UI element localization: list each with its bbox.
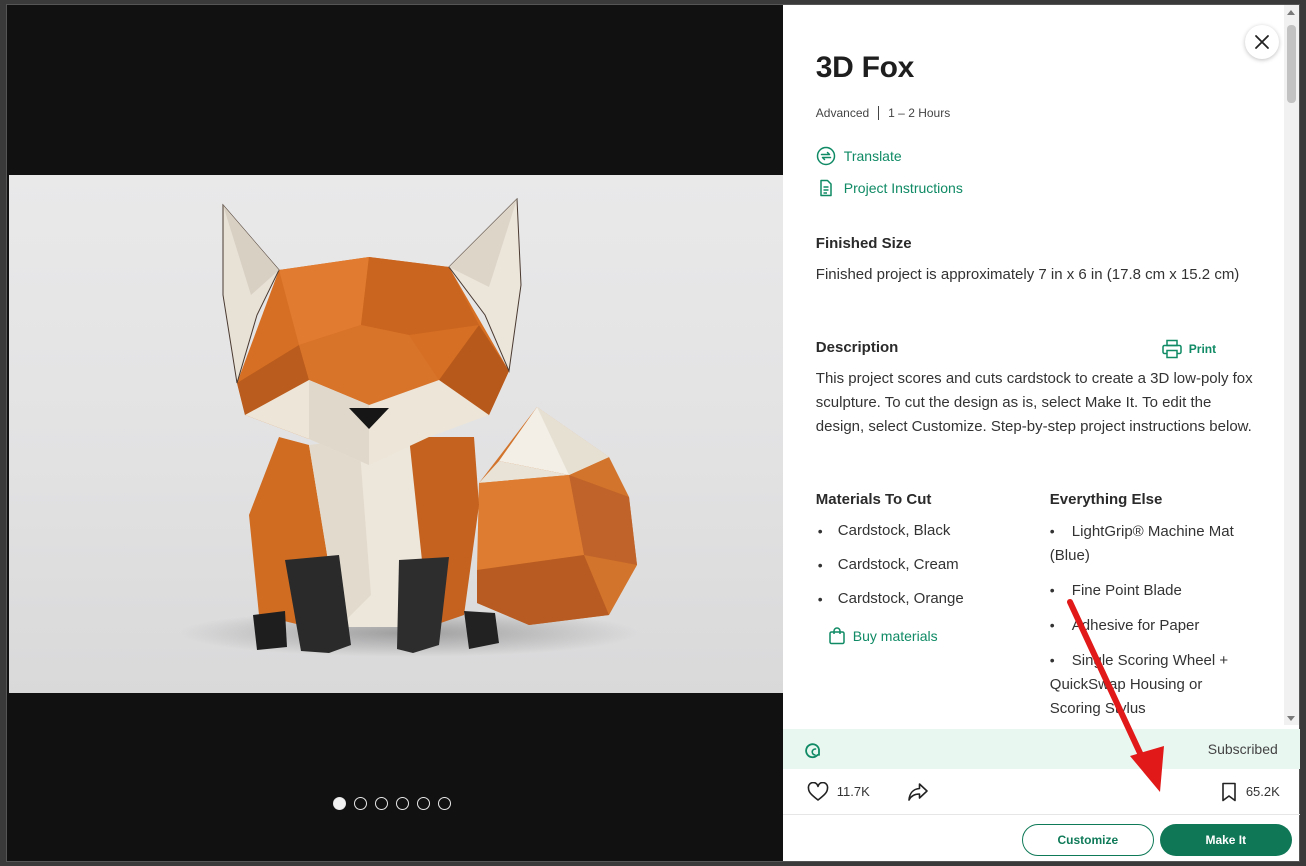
- project-instructions-link[interactable]: Project Instructions: [816, 178, 963, 198]
- share-button[interactable]: [906, 781, 930, 803]
- translate-label: Translate: [843, 148, 902, 164]
- finished-size-heading: Finished Size: [815, 235, 912, 252]
- gallery-pagination: [333, 797, 451, 810]
- scrollbar-thumb[interactable]: [1287, 25, 1296, 103]
- cricut-access-icon: [805, 743, 820, 759]
- project-instructions-label: Project Instructions: [843, 180, 963, 196]
- project-title: 3D Fox: [815, 51, 915, 84]
- app-frame: 3D Fox Advanced 1 – 2 Hours Translate Pr…: [0, 0, 1306, 866]
- everything-else-heading: Everything Else: [1049, 491, 1163, 508]
- gallery-dot-5[interactable]: [417, 797, 430, 810]
- list-item: • Fine Point Blade: [1049, 582, 1182, 599]
- make-it-button[interactable]: Make It: [1159, 824, 1292, 856]
- buy-materials-label: Buy materials: [852, 628, 938, 644]
- heart-icon: [807, 781, 829, 801]
- scroll-down-arrow-icon[interactable]: [1287, 716, 1295, 721]
- save-button[interactable]: 65.2K: [1220, 782, 1280, 802]
- print-button[interactable]: Print: [1161, 339, 1216, 359]
- document-icon: [820, 179, 832, 197]
- share-arrow-icon: [908, 782, 928, 801]
- gallery-dot-3[interactable]: [375, 797, 388, 810]
- gallery-dot-1[interactable]: [333, 797, 346, 810]
- image-viewer: [7, 5, 784, 861]
- list-item: Cardstock, Orange: [816, 587, 964, 611]
- close-icon: [1255, 35, 1269, 49]
- project-meta: Advanced 1 – 2 Hours: [816, 106, 950, 120]
- details-scrollbar[interactable]: [1284, 5, 1299, 725]
- project-photo: [9, 175, 784, 693]
- subscription-status: Subscribed: [1207, 741, 1278, 757]
- difficulty-level: Advanced: [815, 106, 870, 120]
- materials-to-cut-list: Cardstock, Black Cardstock, Cream Cardst…: [816, 519, 964, 621]
- customize-button[interactable]: Customize: [1021, 824, 1154, 856]
- gallery-dot-4[interactable]: [396, 797, 409, 810]
- close-button[interactable]: [1245, 25, 1279, 59]
- list-item: Cardstock, Cream: [816, 553, 964, 577]
- printer-icon: [1162, 339, 1182, 359]
- like-count: 11.7K: [836, 784, 870, 799]
- save-count: 65.2K: [1245, 784, 1280, 799]
- translate-icon: [816, 146, 836, 166]
- list-item: Cardstock, Black: [816, 519, 964, 543]
- description-text: This project scores and cuts cardstock t…: [815, 370, 1253, 435]
- subscription-bar: Subscribed: [782, 729, 1300, 769]
- details-panel: 3D Fox Advanced 1 – 2 Hours Translate Pr…: [782, 5, 1300, 863]
- project-duration: 1 – 2 Hours: [888, 106, 951, 120]
- gallery-dot-2[interactable]: [354, 797, 367, 810]
- description-heading: Description: [815, 339, 899, 356]
- everything-else-list: • LightGrip® Machine Mat (Blue) • Fine Poi…: [1050, 519, 1250, 731]
- meta-divider: [878, 106, 880, 120]
- print-label: Print: [1188, 342, 1217, 356]
- action-buttons: Customize Make It: [783, 817, 1300, 863]
- materials-to-cut-heading: Materials To Cut: [815, 491, 932, 508]
- shopping-bag-icon: [829, 627, 845, 645]
- list-item: • Single Scoring Wheel + QuickSwap Housin…: [1049, 652, 1229, 717]
- gallery-dot-6[interactable]: [438, 797, 451, 810]
- finished-size-text: Finished project is approximately 7 in x…: [815, 266, 1240, 283]
- bookmark-icon: [1222, 782, 1236, 801]
- scroll-up-arrow-icon[interactable]: [1287, 10, 1295, 15]
- engagement-bar: 11.7K 65.2K: [782, 769, 1300, 815]
- like-button[interactable]: 11.7K: [807, 781, 870, 802]
- buy-materials-link[interactable]: Buy materials: [828, 627, 938, 645]
- list-item: • Adhesive for Paper: [1049, 617, 1200, 634]
- project-modal: 3D Fox Advanced 1 – 2 Hours Translate Pr…: [6, 4, 1300, 862]
- list-item: • LightGrip® Machine Mat (Blue): [1049, 523, 1234, 564]
- fox-sculpture-image: [179, 197, 639, 657]
- translate-link[interactable]: Translate: [816, 146, 902, 166]
